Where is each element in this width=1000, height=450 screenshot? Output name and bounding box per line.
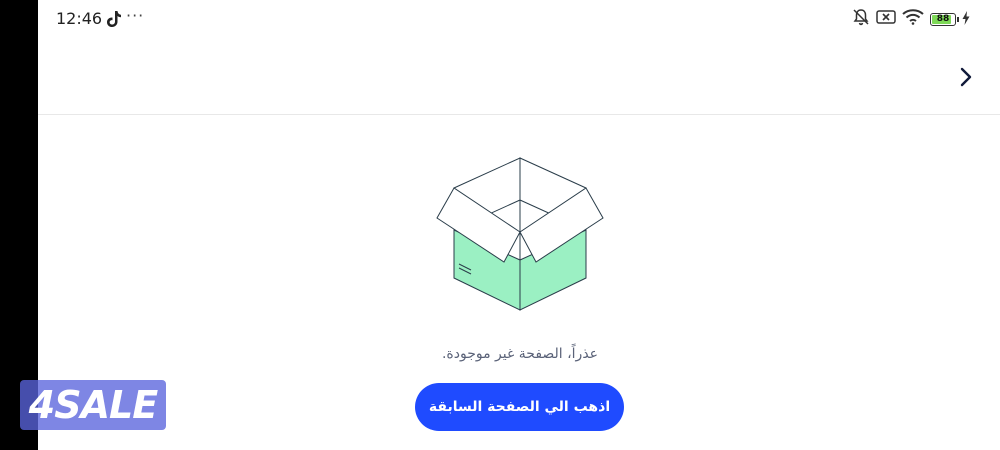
no-sim-icon bbox=[876, 9, 896, 29]
app-header bbox=[38, 38, 1000, 115]
status-icons: 88 bbox=[852, 9, 970, 29]
battery-cap bbox=[957, 16, 959, 22]
not-found-message: عذراً، الصفحة غير موجودة. bbox=[441, 346, 599, 362]
battery-icon: 88 bbox=[930, 12, 959, 26]
open-box-icon bbox=[430, 150, 615, 318]
tiktok-icon bbox=[106, 10, 122, 28]
mute-icon bbox=[852, 8, 870, 30]
more-notifications-icon: ··· bbox=[126, 6, 145, 25]
battery-level: 88 bbox=[936, 14, 950, 24]
watermark-logo: 4SALE bbox=[20, 380, 166, 430]
wifi-icon bbox=[902, 9, 924, 29]
watermark-text: 4SALE bbox=[28, 383, 158, 427]
chevron-right-icon[interactable] bbox=[956, 66, 976, 88]
status-bar: 12:46 ··· 88 bbox=[38, 0, 1000, 38]
charging-icon bbox=[962, 10, 970, 29]
status-time: 12:46 bbox=[56, 9, 103, 28]
go-to-previous-page-button[interactable]: اذهب الي الصفحة السابقة bbox=[415, 383, 624, 431]
